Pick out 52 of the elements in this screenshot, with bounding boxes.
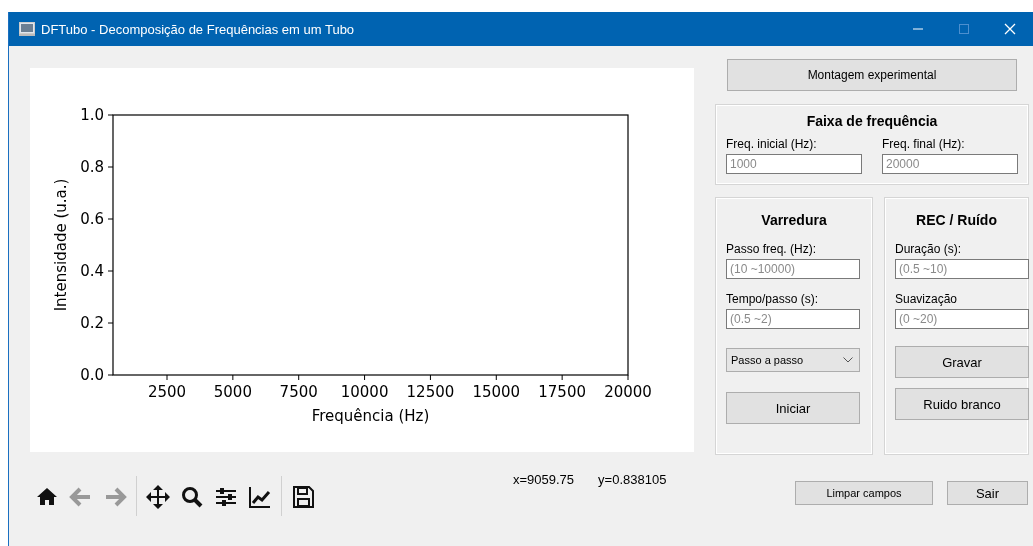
line-chart-icon xyxy=(248,485,272,509)
caret-icon xyxy=(843,357,853,363)
field-label: Passo freq. (Hz): xyxy=(726,242,818,256)
search-icon xyxy=(180,485,204,509)
group-title: Faixa de frequência xyxy=(805,113,939,129)
footer-button[interactable]: Limpar campos xyxy=(795,481,933,505)
cursor-coordinate: x=9059.75 xyxy=(513,472,575,487)
window-title: DFTubo - Decomposição de Frequências em um Tubo xyxy=(41,21,356,37)
sliders-icon xyxy=(214,485,238,509)
field-label: Tempo/passo (s): xyxy=(726,292,820,306)
field-label: Freq. final (Hz): xyxy=(882,137,966,151)
input-field[interactable]: 20000 xyxy=(882,154,1018,174)
tick-label: 12500 xyxy=(406,383,455,401)
app-icon xyxy=(19,22,35,36)
tick-label: 0.6 xyxy=(80,210,104,228)
start-button[interactable]: Iniciar xyxy=(726,392,860,424)
move-icon xyxy=(146,485,170,509)
mode-dropdown[interactable]: Passo a passo xyxy=(726,348,860,372)
field-label: Suavização xyxy=(895,292,959,306)
action-button[interactable]: Gravar xyxy=(895,346,1029,378)
tick-label: 10000 xyxy=(340,383,389,401)
tick-label: 5000 xyxy=(213,383,252,401)
tick-label: 0.2 xyxy=(80,314,104,332)
axis-label: Intensidade (u.a.) xyxy=(52,178,70,312)
field-label: Freq. inicial (Hz): xyxy=(726,137,818,151)
tick-label: 0.0 xyxy=(80,366,104,384)
action-button[interactable]: Ruido branco xyxy=(895,388,1029,420)
tick-label: 2500 xyxy=(147,383,187,401)
footer-button[interactable]: Sair xyxy=(947,481,1028,505)
input-field[interactable]: 1000 xyxy=(726,154,862,174)
input-field[interactable]: (0 ~20) xyxy=(895,309,1029,329)
tick-label: 7500 xyxy=(279,383,318,401)
group-title: Varredura xyxy=(760,212,828,228)
right-arrow-icon xyxy=(103,485,127,509)
input-field[interactable]: (10 ~10000) xyxy=(726,259,860,279)
tick-label: 0.4 xyxy=(80,262,104,280)
group-title: REC / Ruído xyxy=(915,212,998,228)
tick-label: 0.8 xyxy=(80,158,104,176)
tick-label: 20000 xyxy=(604,383,652,401)
tick-label: 17500 xyxy=(538,383,586,401)
close-icon xyxy=(1004,23,1016,35)
tick-label: 1.0 xyxy=(80,106,104,124)
tick-label: 15000 xyxy=(472,383,521,401)
input-field[interactable]: (0.5 ~2) xyxy=(726,309,860,329)
left-arrow-icon xyxy=(69,485,93,509)
setup-button[interactable]: Montagem experimental xyxy=(727,59,1017,91)
input-field[interactable]: (0.5 ~10) xyxy=(895,259,1029,279)
field-label: Duração (s): xyxy=(895,242,963,256)
maximize-icon xyxy=(958,23,970,35)
cursor-coordinate: y=0.838105 xyxy=(598,472,667,487)
axis-label: Frequência (Hz) xyxy=(311,407,430,425)
save-icon xyxy=(291,485,315,509)
